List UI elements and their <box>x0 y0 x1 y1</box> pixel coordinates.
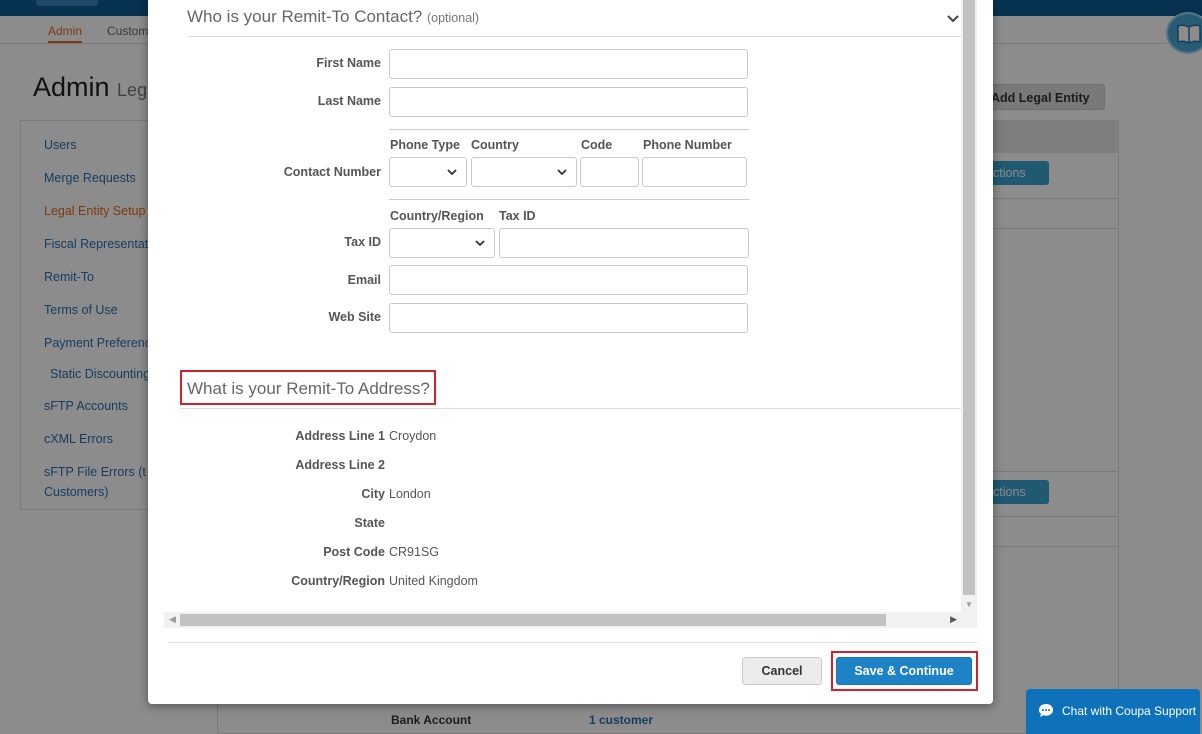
phone-number-input[interactable] <box>642 157 747 187</box>
address-title-highlight-box <box>180 370 436 405</box>
tax-country-select[interactable] <box>389 228 495 258</box>
phone-type-select[interactable] <box>389 157 467 187</box>
scroll-right-arrow-icon[interactable]: ▶ <box>950 614 957 625</box>
post-code-label: Post Code <box>323 545 385 559</box>
chat-support-label: Chat with Coupa Support <box>1062 704 1197 718</box>
post-code-value: CR91SG <box>389 545 440 559</box>
country-region-value: United Kingdom <box>389 574 478 588</box>
phone-code-input[interactable] <box>580 157 639 187</box>
vertical-scrollbar[interactable]: ▼ <box>961 0 977 612</box>
last-name-input[interactable] <box>389 87 748 117</box>
group-divider <box>389 129 749 130</box>
tax-id-label: Tax ID <box>344 235 381 249</box>
chat-bubble-icon <box>1039 704 1053 717</box>
last-name-label: Last Name <box>317 94 381 108</box>
chevron-down-icon <box>447 169 457 176</box>
address-line-1-label: Address Line 1 <box>295 429 385 443</box>
horizontal-scrollbar[interactable]: ◀ ▶ <box>164 612 977 628</box>
state-label: State <box>354 516 385 530</box>
email-input[interactable] <box>389 265 748 295</box>
phone-country-select[interactable] <box>471 157 577 187</box>
country-region-column-label: Country/Region <box>390 209 484 223</box>
tax-id-input[interactable] <box>499 228 749 258</box>
address-line-2-label: Address Line 2 <box>295 458 385 472</box>
section-divider <box>187 36 962 37</box>
section-divider <box>180 408 977 409</box>
city-value: London <box>389 487 431 501</box>
country-region-label: Country/Region <box>291 574 385 588</box>
scroll-left-arrow-icon[interactable]: ◀ <box>169 614 176 625</box>
country-label: Country <box>471 138 519 152</box>
horizontal-scrollbar-thumb[interactable] <box>180 614 886 626</box>
website-label: Web Site <box>328 310 381 324</box>
contact-section-title-text: Who is your Remit-To Contact? <box>187 7 423 26</box>
address-line-1-value: Croydon <box>389 429 437 443</box>
tax-id-column-label: Tax ID <box>499 209 536 223</box>
website-input[interactable] <box>389 303 748 333</box>
email-label: Email <box>347 273 381 287</box>
group-divider <box>389 199 749 200</box>
modal-footer-divider <box>168 642 977 643</box>
code-label: Code <box>581 138 613 152</box>
vertical-scrollbar-thumb[interactable] <box>963 0 975 595</box>
chevron-down-icon <box>475 240 485 247</box>
chevron-down-icon <box>557 169 567 176</box>
chat-support-button[interactable]: Chat with Coupa Support <box>1026 689 1200 734</box>
phone-type-label: Phone Type <box>390 138 460 152</box>
phone-number-label: Phone Number <box>643 138 732 152</box>
cancel-button[interactable]: Cancel <box>742 657 822 685</box>
collapse-chevron-icon[interactable] <box>946 14 960 24</box>
modal-scroll-area: Who is your Remit-To Contact? (optional)… <box>164 0 977 628</box>
contact-section-title: Who is your Remit-To Contact? (optional) <box>187 7 479 27</box>
save-button-highlight-box <box>831 651 978 691</box>
first-name-label: First Name <box>316 56 381 70</box>
optional-tag: (optional) <box>426 11 480 25</box>
city-label: City <box>361 487 385 501</box>
first-name-input[interactable] <box>389 49 748 79</box>
remit-to-modal: Who is your Remit-To Contact? (optional)… <box>148 0 993 704</box>
scroll-down-arrow-icon[interactable]: ▼ <box>965 600 973 609</box>
contact-number-label: Contact Number <box>283 165 381 179</box>
